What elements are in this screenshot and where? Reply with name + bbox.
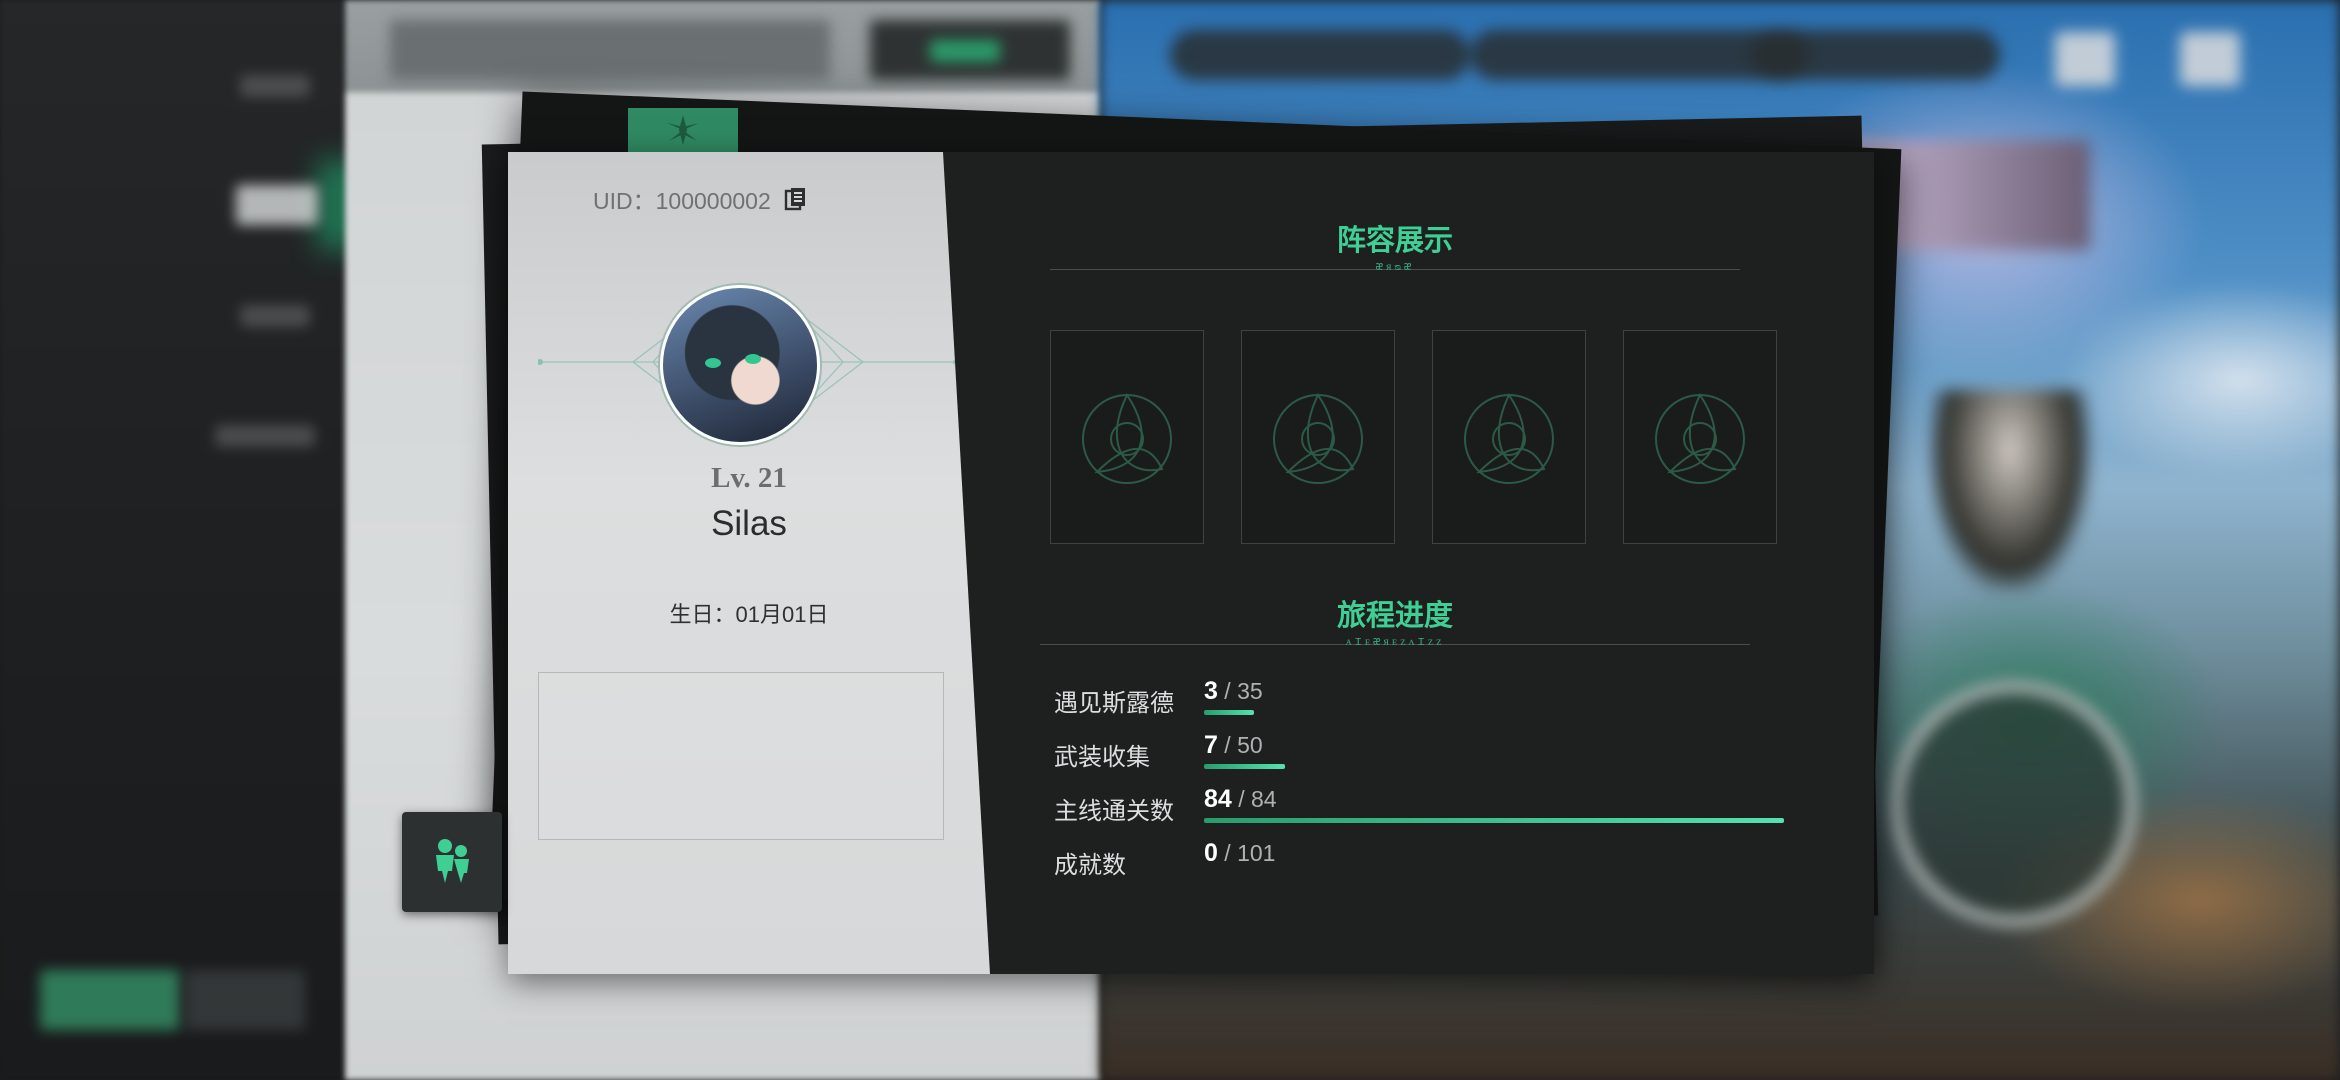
player-avatar[interactable]	[660, 285, 820, 445]
progress-count: 0 / 101	[1204, 839, 1276, 867]
friends-button[interactable]	[402, 812, 502, 912]
lineup-slot[interactable]	[1241, 330, 1395, 544]
progress-count: 3 / 35	[1204, 677, 1263, 705]
progress-bar	[1204, 818, 1784, 823]
progress-row-sluder: 遇见斯露德 3 / 35	[1054, 677, 1754, 717]
profile-card-left: UID：100000002 Lv. 21 Silas 生日：01月01日	[508, 152, 990, 974]
progress-count: 84 / 84	[1204, 785, 1277, 813]
progress-row-mainline: 主线通关数 84 / 84	[1054, 785, 1784, 825]
card-top-tab[interactable]	[628, 108, 738, 152]
uid-row: UID：100000002	[593, 182, 809, 216]
uid-text: UID：100000002	[593, 188, 771, 214]
player-level: Lv. 21	[711, 462, 787, 494]
lineup-rune: ᴂᴙᴓᴂ	[1375, 259, 1415, 273]
progress-bar	[1204, 710, 1784, 715]
progress-label: 主线通关数	[1054, 798, 1174, 825]
player-birthday: 生日：01月01日	[669, 602, 829, 627]
triquetra-emblem-icon	[1082, 392, 1172, 484]
lineup-slot[interactable]	[1623, 330, 1777, 544]
journey-title: 旅程进度	[1336, 598, 1453, 632]
progress-bar	[1204, 764, 1784, 769]
friends-icon	[436, 839, 469, 883]
signature-box[interactable]	[538, 672, 944, 840]
progress-row-armament: 武装收集 7 / 50	[1054, 731, 1754, 771]
background-sidebar	[0, 0, 358, 1080]
game-screen: UID：100000002 Lv. 21 Silas 生日：01月01日 阵容展…	[0, 0, 2340, 1080]
progress-row-achievement: 成就数 0 / 101	[1054, 839, 1754, 879]
journey-rune: ᴀɪᴇᴂᴙᴇᴢᴧɪᴢᴢ	[1345, 634, 1445, 648]
leaf-emblem-icon	[667, 115, 699, 145]
triquetra-emblem-icon	[1464, 392, 1554, 484]
triquetra-emblem-icon	[1273, 392, 1363, 484]
player-name: Silas	[711, 504, 787, 543]
lineup-title: 阵容展示	[1336, 223, 1453, 257]
lineup-slot[interactable]	[1050, 330, 1204, 544]
triquetra-emblem-icon	[1655, 392, 1745, 484]
progress-label: 武装收集	[1054, 744, 1150, 771]
lineup-slot[interactable]	[1432, 330, 1586, 544]
progress-bar	[1204, 872, 1784, 877]
progress-label: 成就数	[1054, 852, 1126, 879]
copy-icon[interactable]	[783, 186, 809, 212]
profile-card: UID：100000002 Lv. 21 Silas 生日：01月01日 阵容展…	[508, 152, 1874, 974]
progress-count: 7 / 50	[1204, 731, 1263, 759]
progress-label: 遇见斯露德	[1054, 690, 1174, 717]
